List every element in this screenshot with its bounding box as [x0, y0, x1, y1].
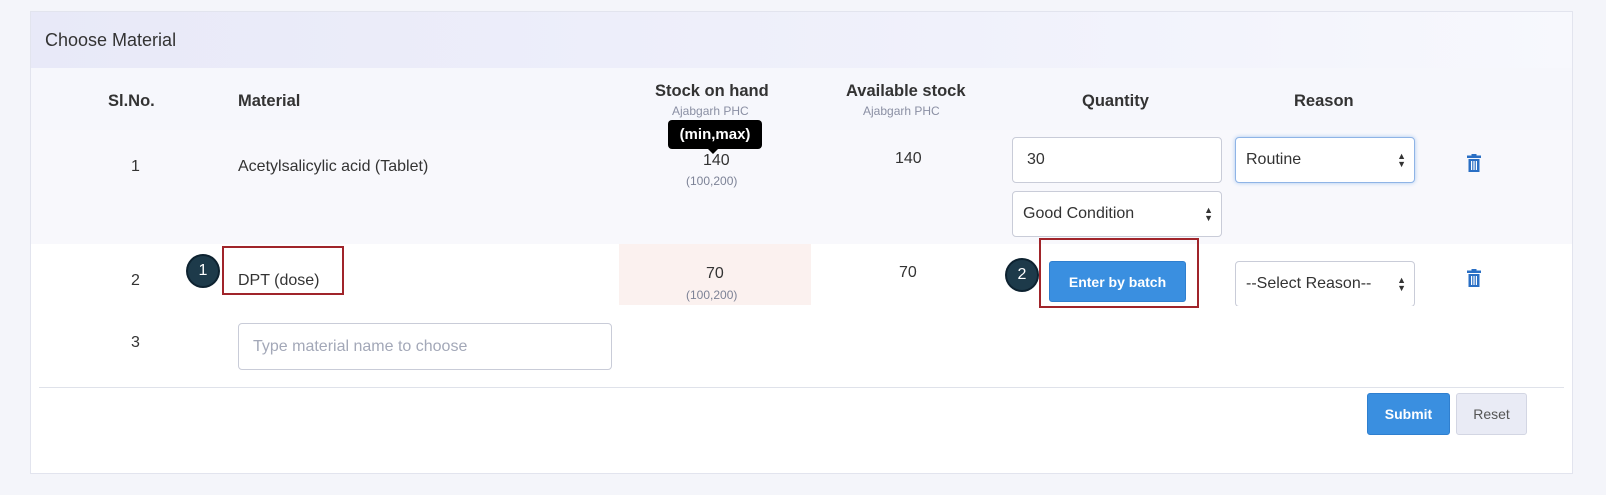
stock-minmax: (100,200): [686, 288, 738, 302]
material-name: Acetylsalicylic acid (Tablet): [238, 158, 429, 175]
stock-on-hand-value: 70: [706, 265, 724, 282]
select-caret-icon: ▲ ▼: [1397, 151, 1406, 169]
table-header: Sl.No. Material Stock on hand Ajabgarh P…: [31, 68, 1572, 131]
available-stock-value: 70: [899, 264, 917, 281]
select-caret-icon: ▲ ▼: [1397, 275, 1406, 293]
select-caret-icon: ▲ ▼: [1204, 205, 1213, 223]
delete-row-icon[interactable]: [1467, 269, 1481, 287]
column-header-reason: Reason: [1294, 92, 1354, 110]
reason-select-value: Routine: [1246, 151, 1302, 168]
quantity-input[interactable]: 30: [1012, 137, 1222, 183]
callout-badge-one: 1: [188, 256, 218, 286]
available-stock-value: 140: [895, 150, 922, 167]
condition-select[interactable]: Good Condition ▲ ▼: [1012, 191, 1222, 237]
panel-title: Choose Material: [45, 30, 177, 50]
submit-button[interactable]: Submit: [1367, 393, 1450, 435]
panel-header: Choose Material: [31, 12, 1572, 68]
row-slno: 1: [131, 158, 140, 175]
stock-on-hand-value: 140: [703, 152, 730, 169]
reason-select[interactable]: --Select Reason-- ▲ ▼: [1235, 261, 1415, 307]
row-slno: 2: [131, 272, 140, 289]
condition-select-value: Good Condition: [1023, 205, 1135, 222]
row-slno: 3: [131, 334, 140, 351]
minmax-tooltip: (min,max): [668, 120, 762, 149]
reason-select[interactable]: Routine ▲ ▼: [1235, 137, 1415, 183]
column-header-material: Material: [238, 92, 301, 110]
column-header-stock-on-hand: Stock on hand: [655, 82, 769, 100]
column-header-quantity: Quantity: [1082, 92, 1149, 110]
callout-box-batch: [1039, 238, 1199, 308]
callout-box-material: [222, 246, 344, 295]
stock-minmax: (100,200): [686, 174, 738, 188]
table-row: 3 Type material name to choose: [31, 306, 1572, 388]
table-row: 1 Acetylsalicylic acid (Tablet) 140 (100…: [31, 130, 1572, 245]
material-search-input[interactable]: Type material name to choose: [238, 323, 612, 370]
delete-row-icon[interactable]: [1467, 154, 1481, 172]
column-header-available-stock: Available stock: [846, 82, 966, 100]
divider: [39, 387, 1564, 388]
choose-material-panel: Choose Material Sl.No. Material Stock on…: [30, 11, 1573, 474]
column-header-slno: Sl.No.: [108, 92, 155, 110]
available-stock-location: Ajabgarh PHC: [863, 104, 940, 118]
reason-select-value: --Select Reason--: [1246, 275, 1372, 292]
callout-badge-two: 2: [1007, 260, 1037, 290]
stock-on-hand-location: Ajabgarh PHC: [672, 104, 749, 118]
reset-button[interactable]: Reset: [1456, 393, 1527, 435]
tooltip-arrow: [707, 148, 719, 154]
